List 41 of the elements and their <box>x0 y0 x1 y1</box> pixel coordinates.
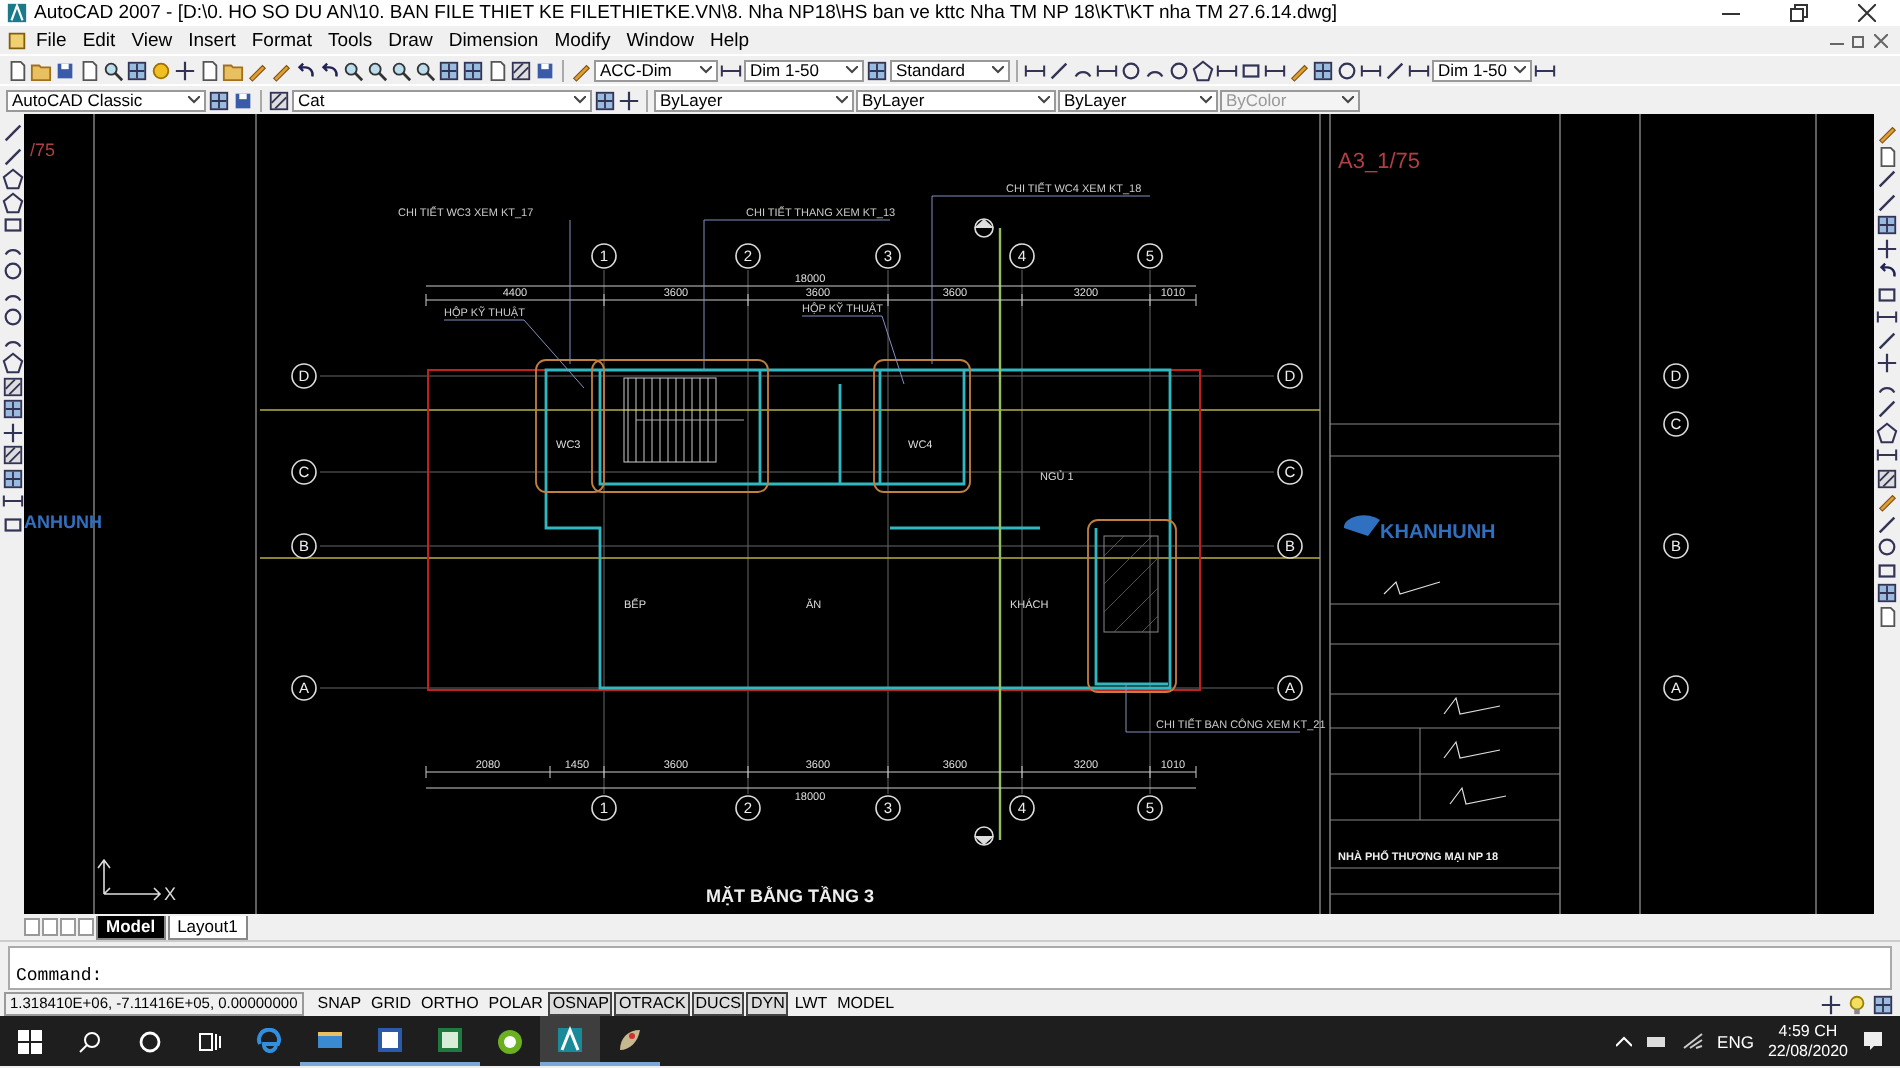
logo-text: ANHUNH <box>24 512 102 532</box>
status-toggle[interactable]: POLAR <box>484 992 547 1016</box>
menu-item[interactable]: Dimension <box>440 29 547 51</box>
clock[interactable]: 4:59 CH 22/08/2020 <box>1767 1021 1848 1061</box>
dropdown[interactable]: ByLayer <box>654 89 854 111</box>
menu-item[interactable]: Modify <box>546 29 619 51</box>
plan-title: MẶT BẰNG TẦNG 3 <box>706 886 874 906</box>
menu-item[interactable]: Format <box>243 29 320 51</box>
language-indicator[interactable]: ENG <box>1717 1031 1754 1051</box>
dropdown[interactable]: AutoCAD Classic <box>6 89 206 111</box>
status-toggle[interactable]: OSNAP <box>548 992 613 1016</box>
status-toggle[interactable]: OTRACK <box>614 992 690 1016</box>
sheet-label: A3_1/75 <box>1338 150 1420 174</box>
menu-item[interactable]: Tools <box>319 29 381 51</box>
dropdown[interactable]: ByLayer <box>1058 89 1218 111</box>
status-toggle[interactable]: GRID <box>367 992 416 1016</box>
menu-item[interactable]: Draw <box>380 29 441 51</box>
dropdown[interactable]: Dim 1-50 <box>744 59 864 81</box>
window-title: AutoCAD 2007 - [D:\0. HO SO DU AN\10. BAN FILE THIET KE FILETHIETKE.VN\8. Nha NP18\HS ban ve kttc Nha TM NP 18\KT\KT nha TM 27.6.14.dwg] <box>34 2 1340 24</box>
status-toggle[interactable]: DUCS <box>691 992 745 1016</box>
sheet-label: /75 <box>30 140 56 160</box>
dropdown[interactable]: ByLayer <box>856 89 1056 111</box>
dropdown[interactable]: Cat <box>292 89 592 111</box>
menu-item[interactable]: Window <box>618 29 702 51</box>
menu-item[interactable]: Edit <box>74 29 124 51</box>
dropdown[interactable]: ACC-Dim <box>594 59 718 81</box>
status-toggle[interactable]: DYN <box>746 992 789 1016</box>
logo-text: KHANHUNH <box>1380 522 1496 544</box>
status-toggle[interactable]: ORTHO <box>417 992 483 1016</box>
layout-tab[interactable]: Model <box>96 915 166 939</box>
dropdown[interactable]: Dim 1-50 <box>1432 59 1532 81</box>
menu-item[interactable]: View <box>123 29 181 51</box>
axis-label: X <box>164 884 177 904</box>
menu-item[interactable]: File <box>28 29 75 51</box>
menu-item[interactable]: Help <box>702 29 758 51</box>
menu-item[interactable]: Insert <box>180 29 244 51</box>
status-toggle[interactable]: SNAP <box>313 992 366 1016</box>
layout-tab[interactable]: Layout1 <box>167 915 248 939</box>
status-toggle[interactable]: MODEL <box>833 992 899 1016</box>
status-toggle[interactable]: LWT <box>790 992 832 1016</box>
dropdown[interactable]: Standard <box>890 59 1010 81</box>
